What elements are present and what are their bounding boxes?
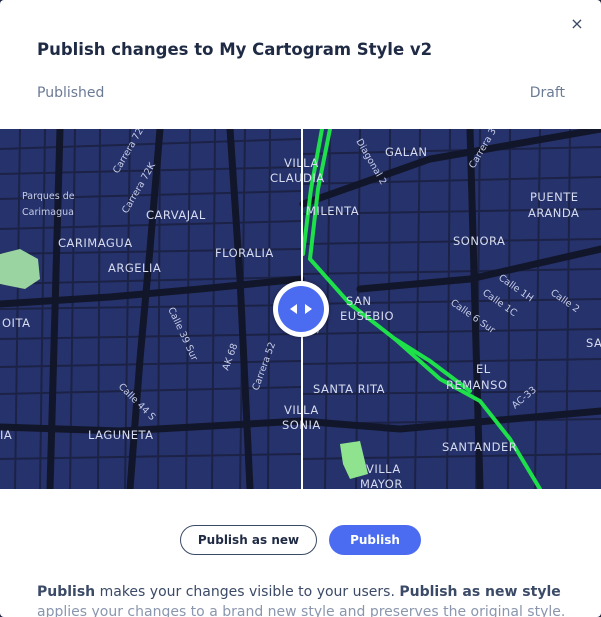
svg-text:ARGELIA: ARGELIA bbox=[108, 261, 161, 275]
compare-slider-handle[interactable] bbox=[273, 281, 329, 337]
svg-text:EUSEBIO: EUSEBIO bbox=[340, 309, 394, 323]
svg-text:OITA: OITA bbox=[2, 316, 30, 330]
publish-term: Publish bbox=[37, 584, 96, 600]
svg-text:SANTANDER: SANTANDER bbox=[442, 440, 517, 454]
compare-arrows-icon[interactable] bbox=[278, 286, 324, 332]
publish-explainer: makes your changes visible to your users… bbox=[95, 584, 400, 600]
svg-text:SA: SA bbox=[586, 336, 601, 350]
publish-new-explainer: applies your changes to a brand new styl… bbox=[37, 604, 566, 617]
svg-text:ARANDA: ARANDA bbox=[528, 206, 579, 220]
svg-text:GALAN: GALAN bbox=[385, 145, 427, 159]
svg-text:EL: EL bbox=[476, 362, 491, 376]
svg-text:SONORA: SONORA bbox=[453, 234, 505, 248]
svg-text:CARVAJAL: CARVAJAL bbox=[146, 208, 206, 222]
svg-text:SANTA RITA: SANTA RITA bbox=[313, 382, 385, 396]
publish-new-term: Publish as new style bbox=[399, 584, 561, 600]
svg-text:VILLA: VILLA bbox=[366, 462, 401, 476]
svg-text:LAGUNETA: LAGUNETA bbox=[88, 428, 154, 442]
svg-text:MILENTA: MILENTA bbox=[306, 204, 359, 218]
publish-dialog: × Publish changes to My Cartogram Style … bbox=[0, 0, 601, 617]
arrow-right-icon bbox=[305, 304, 312, 314]
dialog-title: Publish changes to My Cartogram Style v2 bbox=[37, 40, 433, 59]
svg-text:CLAUDIA: CLAUDIA bbox=[270, 171, 325, 185]
svg-text:IA: IA bbox=[0, 428, 12, 442]
published-label: Published bbox=[37, 85, 105, 101]
svg-text:Parques de: Parques de bbox=[22, 191, 75, 202]
publish-as-new-button[interactable]: Publish as new bbox=[180, 525, 317, 555]
svg-text:Carimagua: Carimagua bbox=[22, 207, 74, 218]
publish-description: Publish makes your changes visible to yo… bbox=[37, 582, 567, 617]
publish-button[interactable]: Publish bbox=[329, 525, 421, 555]
draft-label: Draft bbox=[529, 85, 565, 101]
svg-text:PUENTE: PUENTE bbox=[530, 190, 579, 204]
arrow-left-icon bbox=[290, 304, 297, 314]
svg-text:MAYOR: MAYOR bbox=[360, 477, 403, 489]
map-compare-view[interactable]: Parques de Carimagua CARVAJAL CARIMAGUA … bbox=[0, 129, 601, 489]
svg-text:FLORALIA: FLORALIA bbox=[215, 246, 274, 260]
svg-text:SAN: SAN bbox=[346, 294, 371, 308]
svg-text:CARIMAGUA: CARIMAGUA bbox=[58, 236, 133, 250]
svg-text:REMANSO: REMANSO bbox=[446, 378, 508, 392]
close-icon[interactable]: × bbox=[567, 14, 587, 34]
